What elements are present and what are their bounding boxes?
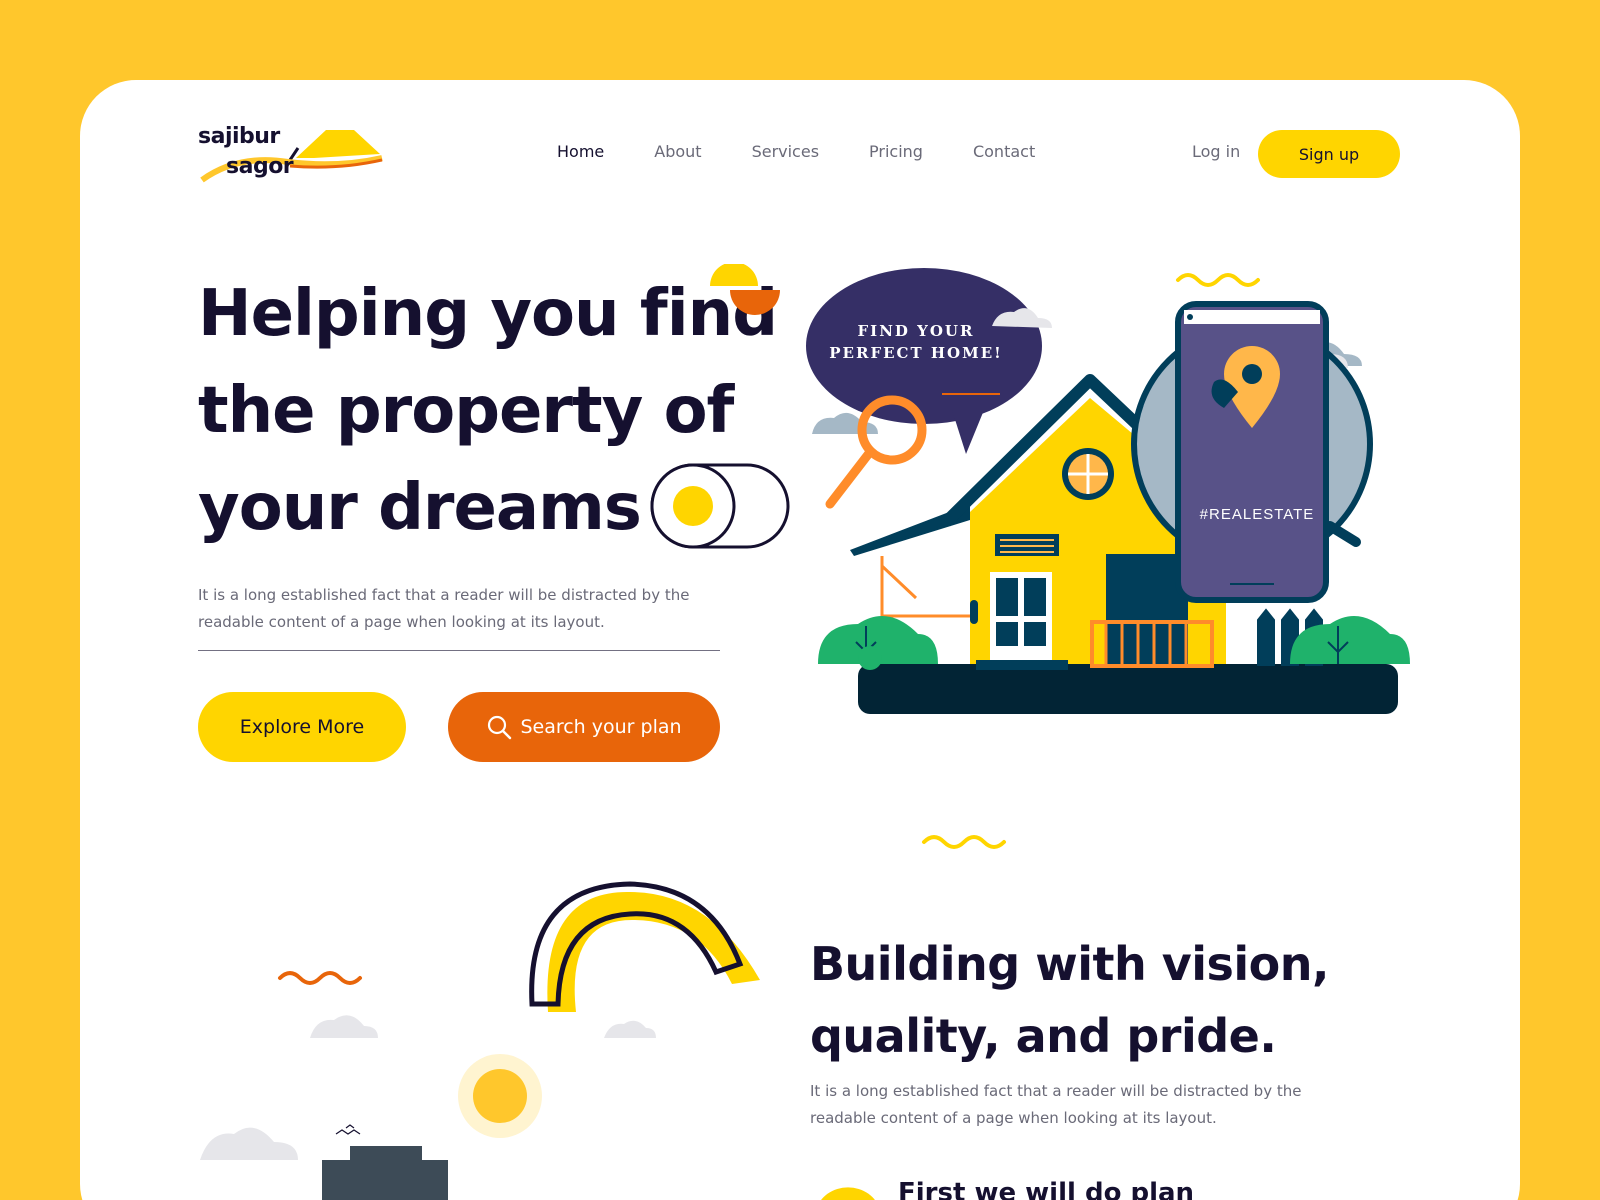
nav-item-home[interactable]: Home xyxy=(557,142,604,161)
brand-line2: sagor xyxy=(226,154,294,179)
signup-button[interactable]: Sign up xyxy=(1258,130,1400,178)
section-description: It is a long established fact that a rea… xyxy=(810,1082,1302,1127)
landscape-decoration-icon xyxy=(200,1015,656,1200)
main-nav: Home About Services Pricing Contact xyxy=(557,142,1085,161)
house-illustration: FIND YOUR PERFECT HOME! #REALESTATE xyxy=(770,260,1410,750)
brand-logo[interactable]: sajibur sagor xyxy=(198,124,388,194)
nav-item-pricing[interactable]: Pricing xyxy=(869,142,923,161)
login-link[interactable]: Log in xyxy=(1192,142,1240,161)
search-icon xyxy=(488,715,512,740)
divider xyxy=(198,650,720,651)
nav-item-contact[interactable]: Contact xyxy=(973,142,1035,161)
orange-squiggle-icon xyxy=(278,971,362,985)
brand-line1: sajibur xyxy=(198,124,280,149)
bubble-text: FIND YOUR PERFECT HOME! xyxy=(829,322,1003,362)
search-plan-label: Search your plan xyxy=(520,716,682,738)
phone-hashtag: #REALESTATE xyxy=(1199,506,1315,523)
explore-more-button[interactable]: Explore More xyxy=(198,692,406,762)
section-title: Building with vision, quality, and pride… xyxy=(810,937,1329,1063)
nav-item-about[interactable]: About xyxy=(654,142,701,161)
step-title: First we will do plan xyxy=(898,1178,1195,1200)
squiggle-decoration-icon xyxy=(922,835,1006,849)
step-bullet-icon xyxy=(821,1187,875,1200)
nav-item-services[interactable]: Services xyxy=(752,142,819,161)
search-plan-button[interactable]: Search your plan xyxy=(448,692,720,762)
hero-description: It is a long established fact that a rea… xyxy=(198,586,690,631)
page-card: sajibur sagor Home About Services Pricin… xyxy=(80,80,1520,1200)
arch-decoration-icon xyxy=(529,881,760,1012)
